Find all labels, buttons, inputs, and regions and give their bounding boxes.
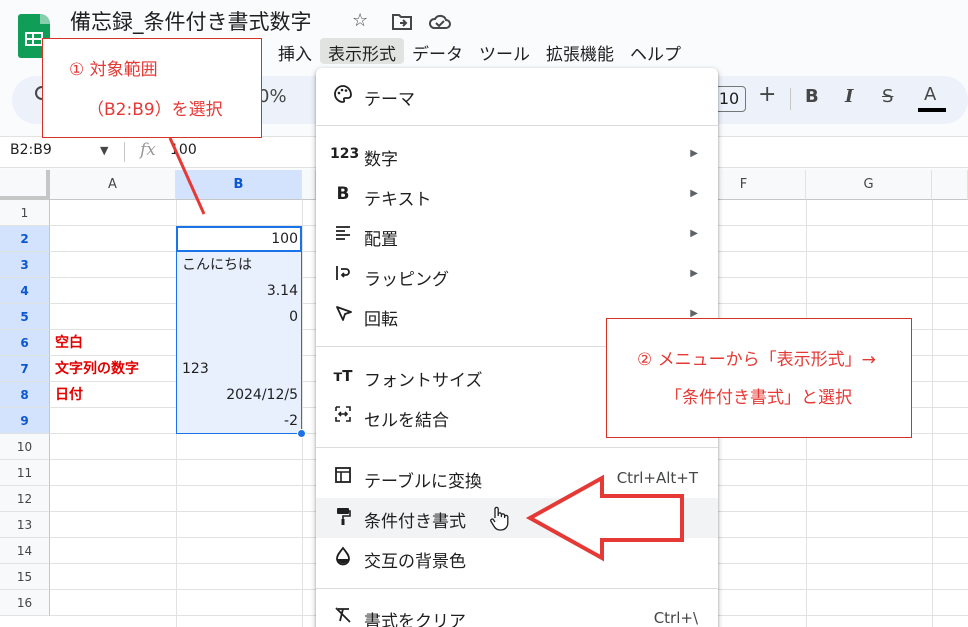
annotation-arrow bbox=[525, 474, 684, 562]
sheets-window: 備忘録_条件付き書式数字 ☆ 挿入 表示形式 データ ツール 拡張機能 ヘルプ … bbox=[0, 0, 968, 627]
